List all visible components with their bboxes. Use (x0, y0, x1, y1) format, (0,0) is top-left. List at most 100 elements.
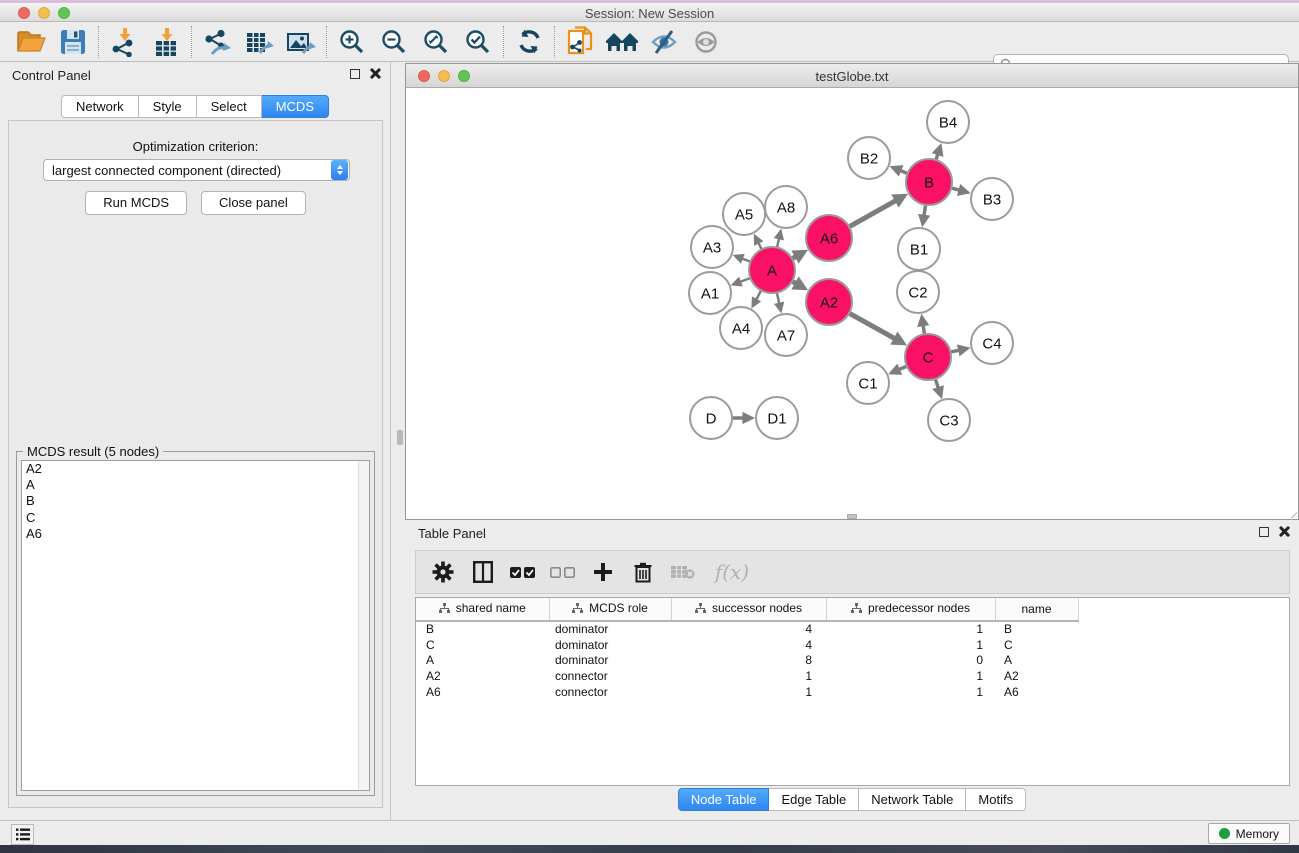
tab-node-table[interactable]: Node Table (678, 788, 770, 811)
home-icon[interactable] (601, 25, 643, 59)
network-window-titlebar[interactable]: testGlobe.txt (406, 64, 1298, 88)
mcds-result-item[interactable]: A2 (22, 461, 369, 477)
graph-edge-A-A7[interactable] (777, 292, 779, 303)
new-network-from-selection-icon[interactable] (559, 25, 601, 59)
select-all-icon[interactable] (510, 559, 536, 585)
zoom-fit-icon[interactable] (415, 25, 457, 59)
table-row[interactable]: A6connector11A6 (416, 684, 1290, 700)
graph-edge-A-A8[interactable] (777, 238, 779, 247)
graph-node-C1[interactable]: C1 (847, 362, 889, 404)
graph-node-C2[interactable]: C2 (897, 271, 939, 313)
graph-node-B3[interactable]: B3 (971, 178, 1013, 220)
float-table-panel-icon[interactable] (1259, 527, 1269, 537)
memory-button[interactable]: Memory (1208, 823, 1290, 844)
graph-node-A6[interactable]: A6 (806, 215, 852, 261)
import-table-icon[interactable] (145, 25, 187, 59)
list-scrollbar[interactable] (358, 461, 369, 790)
close-panel-button[interactable]: Close panel (201, 191, 306, 215)
save-session-icon[interactable] (52, 25, 94, 59)
criterion-dropdown[interactable]: largest connected component (directed) (43, 159, 350, 181)
graph-node-B2[interactable]: B2 (848, 137, 890, 179)
graph-edge-C-C1[interactable] (899, 366, 907, 369)
graph-edge-A-A3[interactable] (742, 258, 751, 261)
graph-edge-A6-B[interactable] (849, 201, 896, 227)
graph-node-C[interactable]: C (905, 334, 951, 380)
close-table-panel-icon[interactable] (1278, 526, 1289, 537)
mcds-result-list[interactable]: A2 A B C A6 (21, 460, 370, 791)
graph-edge-B-B2[interactable] (900, 170, 907, 173)
tab-style[interactable]: Style (139, 95, 197, 118)
table-row[interactable]: Bdominator41B (416, 621, 1290, 637)
network-graph[interactable]: B4 B2 B B3 A8A5 A6 A3 B1 A C2 A1 A2 A4A7 C4 C C1 C3 D D1 (406, 88, 1298, 519)
tab-network-table[interactable]: Network Table (859, 788, 966, 811)
float-panel-icon[interactable] (350, 69, 360, 79)
mcds-result-item[interactable]: C (22, 510, 369, 526)
graph-edge-C-C3[interactable] (935, 379, 938, 388)
graph-node-B4[interactable]: B4 (927, 101, 969, 143)
column-header-mcds-role[interactable]: MCDS role (549, 598, 671, 621)
graph-node-A2[interactable]: A2 (806, 279, 852, 325)
refresh-icon[interactable] (508, 25, 550, 59)
graph-node-D1[interactable]: D1 (756, 397, 798, 439)
delete-table-icon[interactable] (670, 559, 696, 585)
export-image-icon[interactable] (280, 25, 322, 59)
graph-node-A8[interactable]: A8 (765, 186, 807, 228)
export-network-icon[interactable] (196, 25, 238, 59)
graph-edge-A-A4[interactable] (756, 290, 761, 299)
open-file-icon[interactable] (10, 25, 52, 59)
horizontal-split-handle[interactable] (847, 514, 857, 519)
function-builder-icon[interactable]: f(x) (710, 559, 754, 585)
import-network-icon[interactable] (103, 25, 145, 59)
table-row[interactable]: Cdominator41C (416, 637, 1290, 653)
graph-node-C3[interactable]: C3 (928, 399, 970, 441)
tab-motifs[interactable]: Motifs (966, 788, 1026, 811)
run-mcds-button[interactable]: Run MCDS (85, 191, 187, 215)
column-header-shared-name[interactable]: shared name (416, 598, 549, 621)
tab-edge-table[interactable]: Edge Table (769, 788, 859, 811)
graph-edge-A2-C[interactable] (849, 313, 895, 338)
graph-node-A1[interactable]: A1 (689, 272, 731, 314)
graph-node-A7[interactable]: A7 (765, 314, 807, 356)
graph-edge-A-A1[interactable] (740, 278, 750, 282)
split-divider-handle[interactable] (397, 430, 403, 445)
add-column-icon[interactable] (590, 559, 616, 585)
graph-node-A3[interactable]: A3 (691, 226, 733, 268)
graph-node-D[interactable]: D (690, 397, 732, 439)
tab-mcds[interactable]: MCDS (262, 95, 329, 118)
table-row[interactable]: Adominator80A (416, 652, 1290, 668)
column-header-successor-nodes[interactable]: successor nodes (671, 598, 826, 621)
tab-select[interactable]: Select (197, 95, 262, 118)
graph-node-A[interactable]: A (749, 247, 795, 293)
show-panel-list-button[interactable] (11, 824, 34, 845)
status-bar: Memory (0, 820, 1299, 845)
mcds-result-item[interactable]: A (22, 477, 369, 493)
zoom-out-icon[interactable] (373, 25, 415, 59)
mcds-result-item[interactable]: A6 (22, 526, 369, 542)
graph-edge-A-A5[interactable] (758, 243, 761, 250)
export-table-icon[interactable] (238, 25, 280, 59)
graph-edge-B-B3[interactable] (951, 188, 959, 190)
graph-node-C4[interactable]: C4 (971, 322, 1013, 364)
settings-gear-icon[interactable] (430, 559, 456, 585)
mcds-result-item[interactable]: B (22, 493, 369, 509)
graph-node-A5[interactable]: A5 (723, 193, 765, 235)
graph-node-A4[interactable]: A4 (720, 307, 762, 349)
table-row[interactable]: A2connector11A2 (416, 668, 1290, 684)
graph-edge-C-C4[interactable] (950, 350, 959, 352)
graph-edge-B-B1[interactable] (924, 205, 926, 216)
close-panel-icon[interactable] (369, 68, 380, 79)
unselect-all-icon[interactable] (550, 559, 576, 585)
column-header-predecessor-nodes[interactable]: predecessor nodes (826, 598, 995, 621)
delete-column-icon[interactable] (630, 559, 656, 585)
zoom-in-icon[interactable] (331, 25, 373, 59)
hide-panels-icon[interactable] (643, 25, 685, 59)
show-panels-icon[interactable] (685, 25, 727, 59)
graph-node-B[interactable]: B (906, 159, 952, 205)
graph-edge-C-C2[interactable] (923, 325, 924, 334)
show-column-icon[interactable] (470, 559, 496, 585)
tab-network[interactable]: Network (61, 95, 139, 118)
window-resize-grip[interactable] (1283, 504, 1297, 518)
column-header-name[interactable]: name (995, 598, 1078, 621)
zoom-selected-icon[interactable] (457, 25, 499, 59)
graph-node-B1[interactable]: B1 (898, 228, 940, 270)
